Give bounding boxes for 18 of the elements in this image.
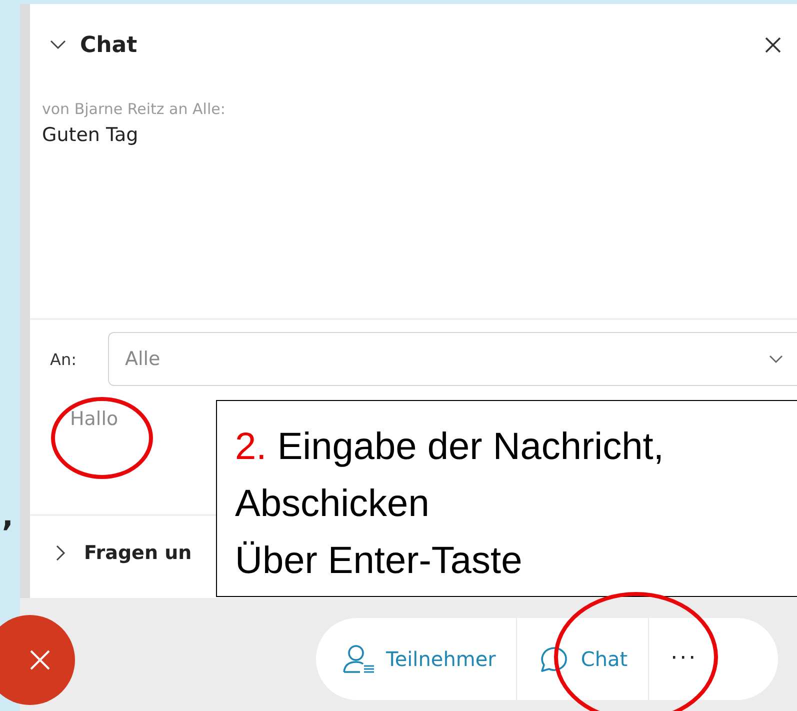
message-text: Guten Tag <box>42 124 140 146</box>
chevron-icon[interactable] <box>50 40 66 50</box>
dropdown-caret-icon <box>769 355 783 363</box>
more-button[interactable]: ··· <box>648 618 720 700</box>
message-sender: von Bjarne Reitz an Alle: <box>42 100 226 118</box>
close-icon[interactable] <box>765 37 781 53</box>
text-fragment: , <box>2 502 14 532</box>
callout-text: 2. Eingabe der Nachricht, Abschicken Über Enter-Taste <box>235 425 665 584</box>
chevron-icon[interactable] <box>56 545 66 561</box>
participants-button[interactable]: Teilnehmer <box>316 618 516 700</box>
recipient-label: An: <box>50 350 78 368</box>
message-input[interactable]: Hallo <box>70 408 210 430</box>
panel-title: Chat <box>80 32 138 58</box>
person-list-icon <box>342 644 376 674</box>
recipient-dropdown[interactable]: Alle <box>108 332 797 386</box>
chat-button[interactable]: Chat <box>516 618 648 700</box>
section-title[interactable]: Fragen un <box>84 542 192 564</box>
close-icon <box>29 649 51 671</box>
